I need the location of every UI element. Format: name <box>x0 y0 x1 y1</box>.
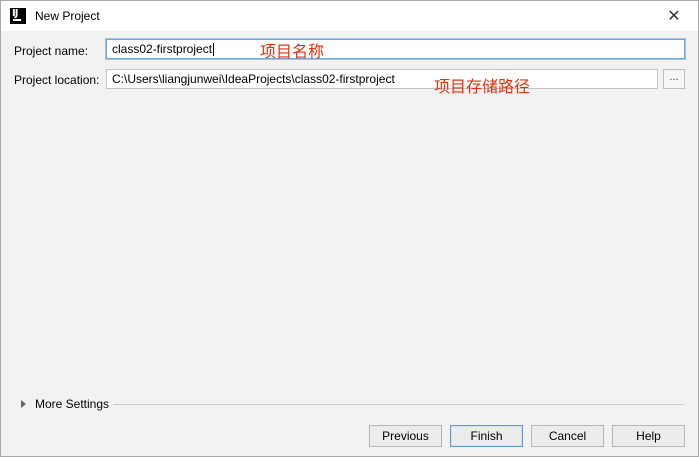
project-name-input[interactable]: class02-firstproject <box>106 39 685 59</box>
dialog-title: New Project <box>35 9 100 23</box>
project-name-label: Project name: <box>14 44 89 58</box>
intellij-icon-text: IJ <box>12 8 19 19</box>
previous-button[interactable]: Previous <box>369 425 442 447</box>
project-name-value: class02-firstproject <box>112 42 213 56</box>
project-name-annotation: 项目名称 <box>260 42 325 61</box>
separator <box>113 404 684 405</box>
intellij-icon: IJ <box>10 8 26 24</box>
expand-arrow-icon <box>21 400 26 408</box>
help-button[interactable]: Help <box>612 425 685 447</box>
project-location-value: C:\Users\liangjunwei\IdeaProjects\class0… <box>112 72 395 86</box>
finish-button[interactable]: Finish <box>450 425 523 447</box>
new-project-dialog: IJ New Project ✕ Project name: class02-f… <box>0 0 699 457</box>
close-icon[interactable]: ✕ <box>661 5 687 27</box>
project-location-annotation: 项目存储路径 <box>434 77 531 96</box>
title-bar: IJ New Project ✕ <box>1 1 698 31</box>
project-location-label: Project location: <box>14 73 100 87</box>
more-settings-label: More Settings <box>35 397 110 411</box>
cancel-button[interactable]: Cancel <box>531 425 604 447</box>
project-location-input[interactable]: C:\Users\liangjunwei\IdeaProjects\class0… <box>106 69 658 89</box>
browse-button[interactable]: ... <box>663 69 685 89</box>
